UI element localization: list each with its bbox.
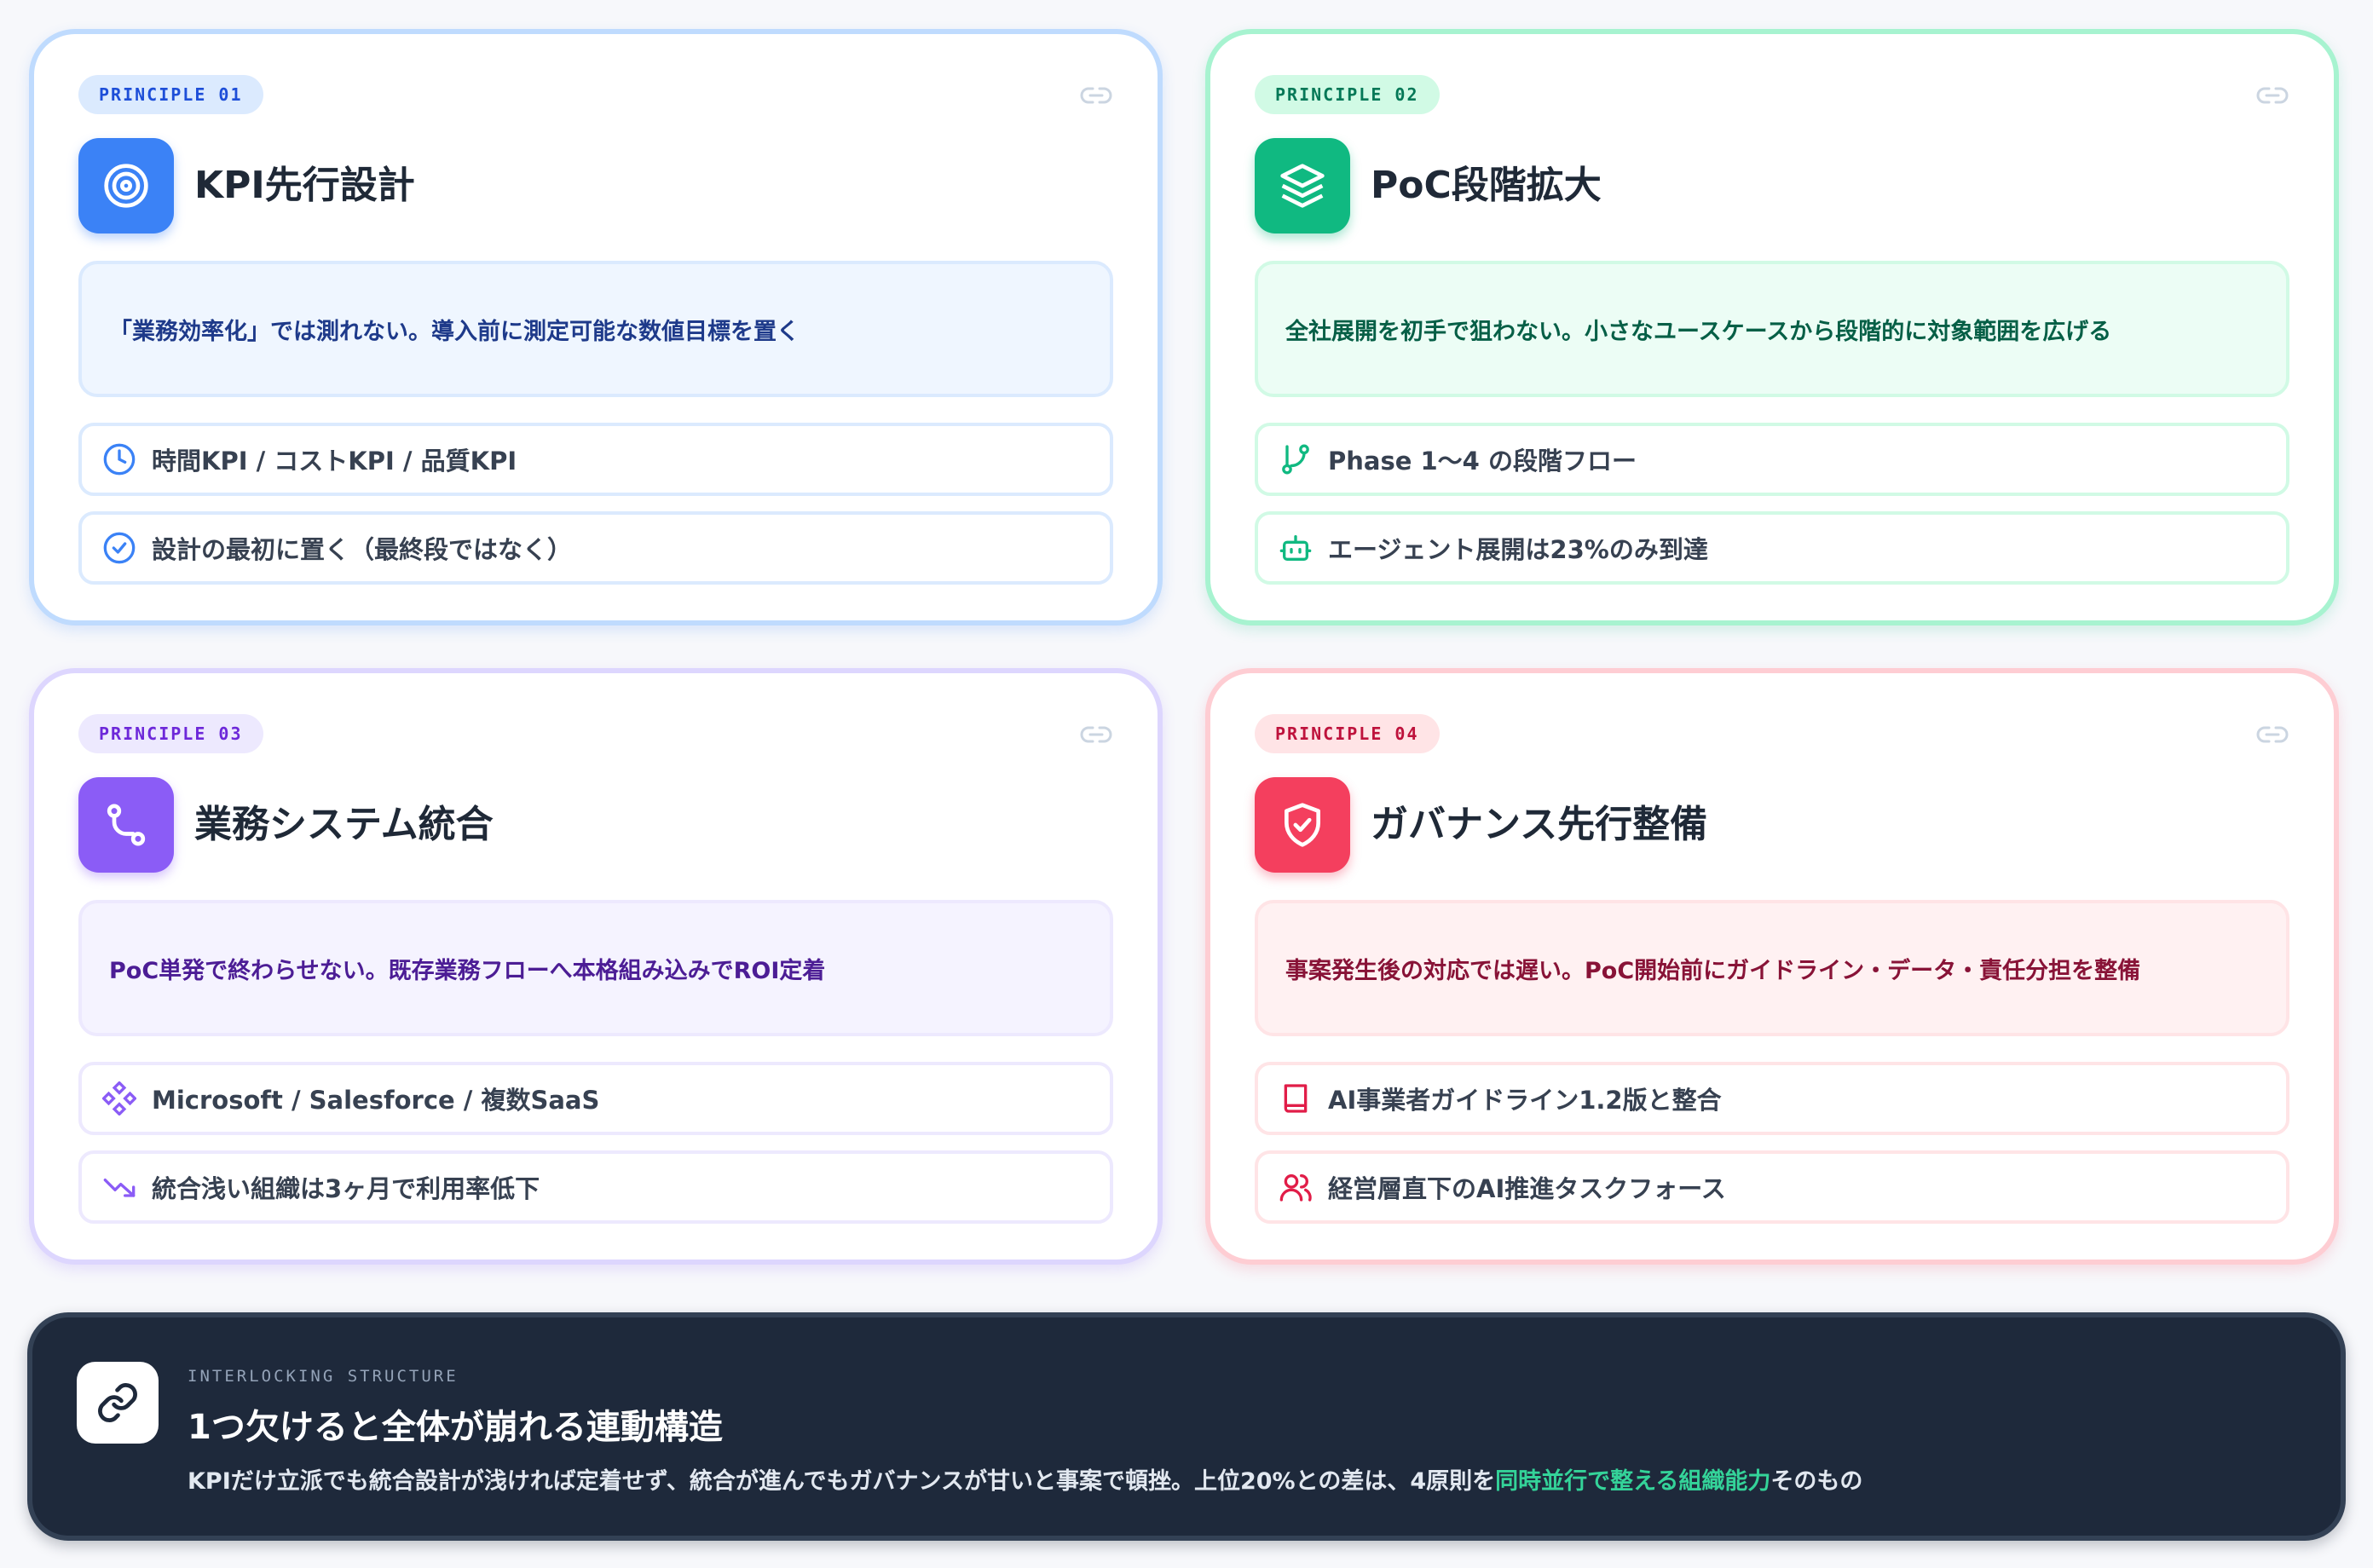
principle-card-poc: PRINCIPLE 02 PoC段階拡大 全社展開を初手で狙わない。小さなユース… [1205, 29, 2339, 625]
interlocking-structure-panel: INTERLOCKING STRUCTURE 1つ欠けると全体が崩れる連動構造 … [27, 1312, 2346, 1541]
principle-badge: PRINCIPLE 02 [1255, 75, 1440, 114]
footer-title: 1つ欠けると全体が崩れる連動構造 [188, 1408, 723, 1447]
principle-item: エージェント展開は23%のみ到達 [1255, 511, 2289, 585]
shield-check-icon [1255, 777, 1350, 873]
footer-body-text: KPIだけ立派でも統合設計が浅ければ定着せず、統合が進んでもガバナンスが甘いと事… [188, 1468, 1496, 1495]
book-icon [1284, 1084, 1308, 1113]
principle-item-label: 経営層直下のAI推進タスクフォース [1328, 1174, 1726, 1203]
git-branch-icon [1282, 444, 1309, 475]
principle-item-label: エージェント展開は23%のみ到達 [1328, 535, 1708, 564]
principle-card-kpi: PRINCIPLE 01 KPI先行設計 「業務効率化」では測れない。導入前に測… [29, 29, 1163, 625]
principle-item: AI事業者ガイドライン1.2版と整合 [1255, 1062, 2289, 1135]
principle-item-label: Phase 1〜4 の段階フロー [1328, 447, 1637, 476]
principle-card-governance: PRINCIPLE 04 ガバナンス先行整備 事案発生後の対応では遅い。PoC開… [1205, 668, 2339, 1265]
footer-body-highlight: 同時並行で整える組織能力 [1495, 1468, 1771, 1495]
bot-icon [1279, 535, 1312, 561]
principle-card-integration: PRINCIPLE 03 業務システム統合 PoC単発で終わらせない。既存業務フ… [29, 668, 1163, 1265]
link-icon[interactable] [2255, 82, 2289, 109]
link-icon[interactable] [2255, 721, 2289, 748]
principle-item-label: 統合浅い組織は3ヶ月で利用率低下 [152, 1174, 540, 1203]
principle-description: 「業務効率化」では測れない。導入前に測定可能な数値目標を置く [78, 261, 1113, 397]
principle-item: 設計の最初に置く（最終段ではなく） [78, 511, 1113, 585]
principle-badge: PRINCIPLE 03 [78, 714, 263, 753]
footer-body: KPIだけ立派でも統合設計が浅ければ定着せず、統合が進んでもガバナンスが甘いと事… [188, 1462, 1862, 1496]
clock-icon [103, 443, 136, 476]
principle-item: 統合浅い組織は3ヶ月で利用率低下 [78, 1150, 1113, 1224]
link-icon [77, 1362, 159, 1444]
integration-icon [102, 1081, 136, 1115]
footer-eyebrow: INTERLOCKING STRUCTURE [188, 1367, 459, 1386]
footer-body-text: そのもの [1770, 1468, 1863, 1495]
principle-item-label: AI事業者ガイドライン1.2版と整合 [1328, 1086, 1722, 1115]
principle-item: Microsoft / Salesforce / 複数SaaS [78, 1062, 1113, 1135]
principle-description: 事案発生後の対応では遅い。PoC開始前にガイドライン・データ・責任分担を整備 [1255, 900, 2289, 1036]
principle-item: 経営層直下のAI推進タスクフォース [1255, 1150, 2289, 1224]
link-icon[interactable] [1079, 82, 1113, 109]
principle-item: 時間KPI / コストKPI / 品質KPI [78, 423, 1113, 496]
users-icon [1279, 1174, 1312, 1202]
principle-badge: PRINCIPLE 01 [78, 75, 263, 114]
route-icon [78, 777, 174, 873]
principle-item-label: 時間KPI / コストKPI / 品質KPI [152, 447, 517, 476]
principle-title: KPI先行設計 [194, 164, 415, 207]
principle-item-label: Microsoft / Salesforce / 複数SaaS [152, 1086, 600, 1115]
principle-item: Phase 1〜4 の段階フロー [1255, 423, 2289, 496]
principle-title: 業務システム統合 [194, 803, 494, 846]
link-icon[interactable] [1079, 721, 1113, 748]
principle-badge: PRINCIPLE 04 [1255, 714, 1440, 753]
principle-title: ガバナンス先行整備 [1371, 803, 1708, 846]
principle-item-label: 設計の最初に置く（最終段ではなく） [152, 535, 573, 564]
trending-down-icon [103, 1179, 136, 1197]
principle-title: PoC段階拡大 [1371, 164, 1602, 207]
layers-icon [1255, 138, 1350, 233]
check-circle-icon [103, 532, 136, 564]
target-icon [78, 138, 174, 233]
principle-description: PoC単発で終わらせない。既存業務フローへ本格組み込みでROI定着 [78, 900, 1113, 1036]
principle-description: 全社展開を初手で狙わない。小さなユースケースから段階的に対象範囲を広げる [1255, 261, 2289, 397]
